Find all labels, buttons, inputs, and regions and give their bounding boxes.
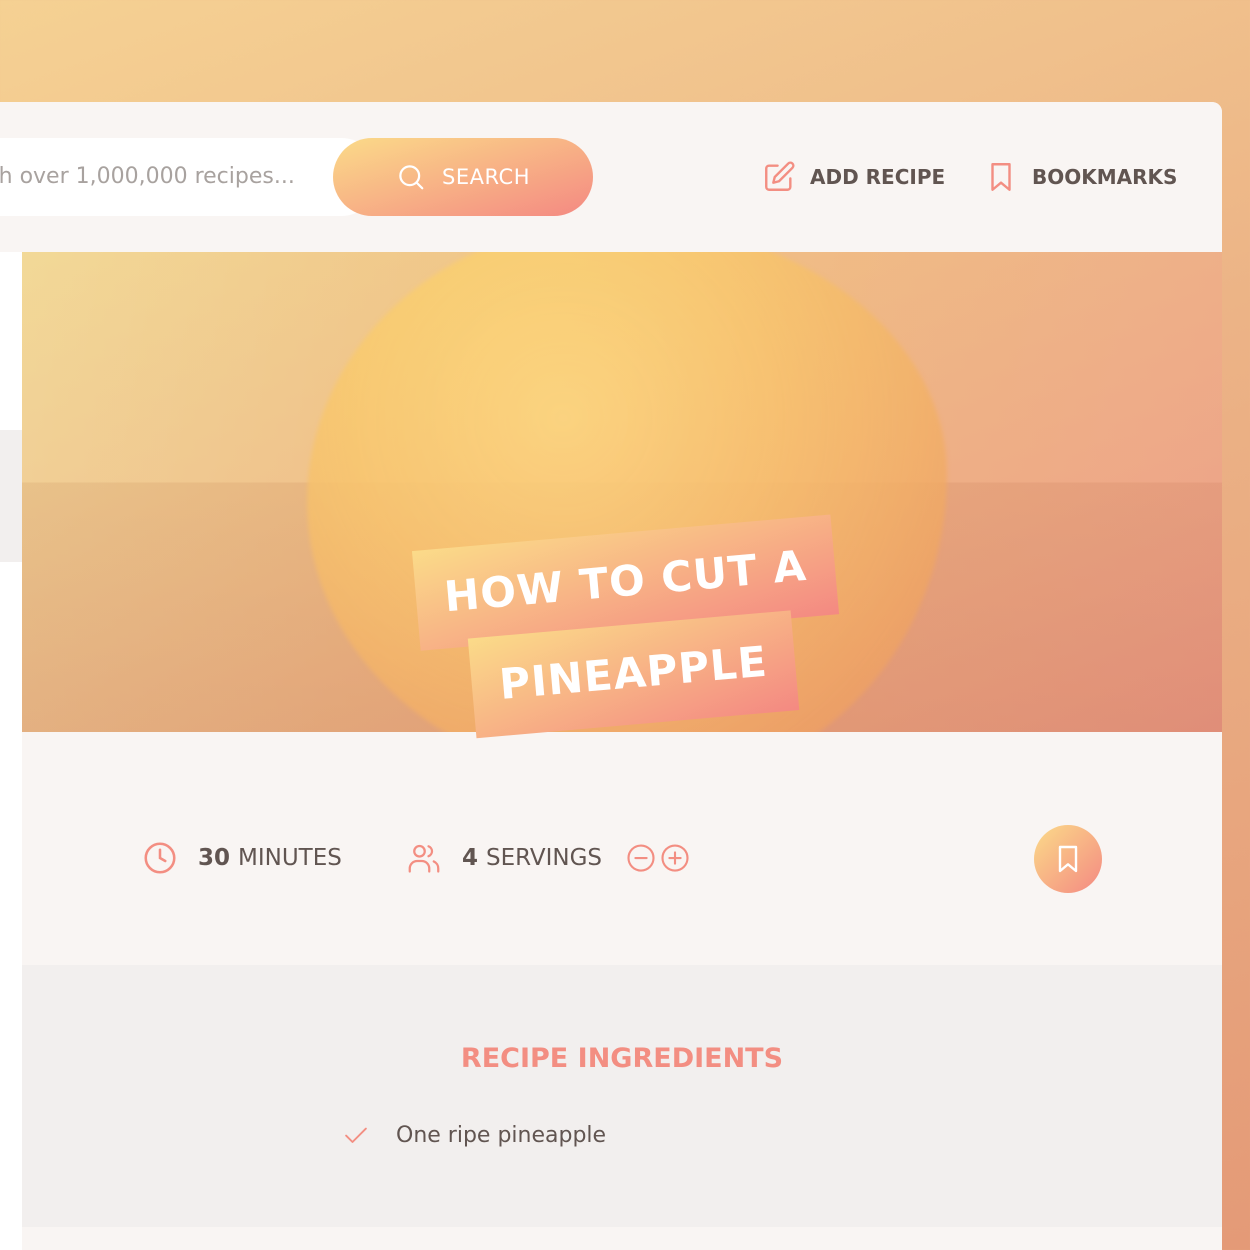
search-button[interactable]: SEARCH <box>333 138 593 216</box>
ingredient-item: One ripe pineapple <box>342 1121 606 1149</box>
recipe-view: HOW TO CUT A PINEAPPLE 30 MINUTES 4 SERV… <box>22 252 1222 1250</box>
servings: 4 SERVINGS <box>406 838 690 878</box>
minus-circle-icon[interactable] <box>626 843 656 873</box>
search-placeholder: Search over 1,000,000 recipes... <box>0 164 295 189</box>
bookmarks-button[interactable]: BOOKMARKS <box>984 156 1177 198</box>
recipe-directions-start <box>22 1227 1222 1250</box>
users-icon <box>408 844 440 873</box>
servings-unit: SERVINGS <box>486 845 603 871</box>
servings-value: 4 <box>462 845 479 871</box>
recipe-title: HOW TO CUT A PINEAPPLE <box>402 514 857 744</box>
check-icon <box>345 1127 367 1143</box>
ingredient-text: One ripe pineapple <box>396 1122 607 1148</box>
add-recipe-button[interactable]: ADD RECIPE <box>762 156 945 198</box>
search-input[interactable]: Search over 1,000,000 recipes... <box>0 138 380 216</box>
search-results-sidebar <box>0 252 22 1250</box>
bookmark-icon <box>991 163 1011 191</box>
recipe-ingredients: RECIPE INGREDIENTS One ripe pineapple <box>22 965 1222 1227</box>
recipe-details: 30 MINUTES 4 SERVINGS <box>22 732 1222 965</box>
bookmark-icon <box>1058 845 1078 873</box>
cooking-time: 30 MINUTES <box>142 838 342 878</box>
search-button-label: SEARCH <box>442 165 530 189</box>
recipe-bookmark-button[interactable] <box>1034 825 1102 893</box>
cooking-time-unit: MINUTES <box>238 845 342 871</box>
edit-icon <box>765 161 795 191</box>
servings-controls <box>626 843 690 873</box>
app-container: Search over 1,000,000 recipes... SEARCH … <box>0 102 1222 1250</box>
search-icon <box>399 165 424 190</box>
clock-icon <box>144 842 176 874</box>
add-recipe-label: ADD RECIPE <box>810 165 946 189</box>
header: Search over 1,000,000 recipes... SEARCH … <box>0 102 1222 252</box>
bookmarks-label: BOOKMARKS <box>1032 165 1178 189</box>
cooking-time-value: 30 <box>198 845 231 871</box>
plus-circle-icon[interactable] <box>660 843 690 873</box>
ingredients-heading: RECIPE INGREDIENTS <box>460 1043 784 1074</box>
search-result-active[interactable] <box>0 430 22 562</box>
